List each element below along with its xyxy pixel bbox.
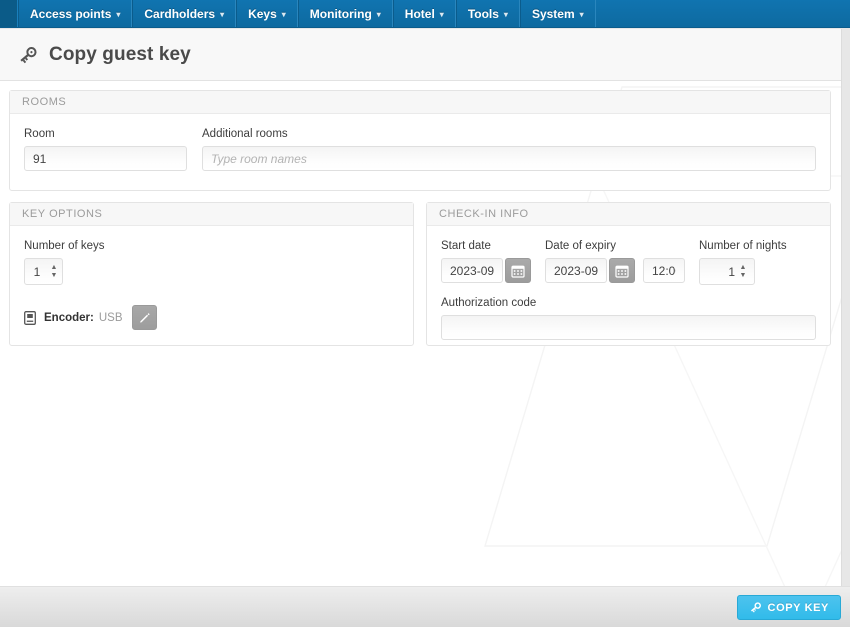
field-label-date-of-expiry: Date of expiry — [545, 240, 616, 252]
encoder-device-icon — [24, 310, 37, 325]
number-of-keys-stepper[interactable]: ▲ ▼ — [24, 258, 63, 285]
panel-body-rooms: Room Additional rooms — [10, 114, 830, 187]
field-label-start-date: Start date — [441, 240, 491, 252]
number-of-keys-input[interactable] — [25, 259, 49, 284]
chevron-down-icon: ▾ — [220, 9, 225, 19]
field-label-room: Room — [24, 128, 55, 140]
nav-item-label: System — [531, 6, 575, 21]
field-start-date: Start date — [441, 239, 531, 285]
nav-item-label: Cardholders — [144, 6, 216, 21]
page-body: ROOMS Room Additional rooms KEY OPTIONS — [0, 81, 841, 586]
field-number-of-nights: Number of nights ▲ ▼ — [699, 239, 787, 285]
nav-item-access-points[interactable]: Access points ▾ — [18, 0, 133, 27]
room-input[interactable] — [24, 146, 187, 171]
logo-slot — [0, 0, 18, 27]
copy-key-button-label: COPY KEY — [767, 601, 829, 614]
authorization-code-input[interactable] — [441, 315, 816, 340]
nav-item-label: Keys — [248, 6, 277, 21]
stepper-down-icon[interactable]: ▼ — [51, 272, 58, 280]
panel-checkin-info: CHECK-IN INFO Start date 2023-09-06 Date… — [426, 202, 831, 346]
field-date-of-expiry: Date of expiry — [545, 239, 685, 285]
stepper-arrows[interactable]: ▲ ▼ — [49, 259, 62, 284]
encoder-edit-button[interactable] — [131, 305, 157, 330]
chevron-down-icon: ▾ — [503, 9, 508, 19]
date-of-expiry-input[interactable] — [545, 258, 607, 283]
nav-item-monitoring[interactable]: Monitoring ▾ — [297, 0, 393, 27]
field-label-additional-rooms: Additional rooms — [202, 128, 288, 140]
start-date-calendar-icon[interactable] — [505, 258, 531, 283]
panel-heading-checkin-info: CHECK-IN INFO — [427, 203, 830, 226]
panel-heading-rooms: ROOMS — [10, 91, 830, 114]
nav-item-keys[interactable]: Keys ▾ — [236, 0, 298, 27]
key-icon — [16, 43, 40, 67]
additional-rooms-input[interactable] — [202, 146, 816, 171]
panel-heading-text: ROOMS — [22, 96, 67, 108]
nav-item-tools[interactable]: Tools ▾ — [455, 0, 520, 27]
lower-panel-row: KEY OPTIONS Number of keys ▲ ▼ — [9, 202, 832, 346]
page-title: Copy guest key — [49, 43, 191, 65]
panel-heading-text: KEY OPTIONS — [22, 208, 103, 220]
field-label-number-of-nights: Number of nights — [699, 240, 787, 252]
chevron-down-icon: ▾ — [439, 9, 444, 19]
page-container: Copy guest key ROOMS Room Additional roo… — [0, 29, 842, 586]
panel-body-checkin-info: Start date 2023-09-06 Date of expiry 202… — [427, 226, 830, 356]
panel-key-options: KEY OPTIONS Number of keys ▲ ▼ — [9, 202, 414, 346]
panel-heading-key-options: KEY OPTIONS — [10, 203, 413, 226]
nav-item-hotel[interactable]: Hotel ▾ — [392, 0, 456, 27]
nav-item-label: Hotel — [404, 6, 435, 21]
stepper-down-icon[interactable]: ▼ — [740, 272, 747, 280]
checkin-dates-row: Start date 2023-09-06 Date of expiry 202… — [441, 239, 816, 285]
date-of-expiry-calendar-icon[interactable] — [609, 258, 635, 283]
field-label-number-of-keys: Number of keys — [24, 240, 105, 252]
start-date-input[interactable] — [441, 258, 503, 283]
main-navbar: Access points ▾ Cardholders ▾ Keys ▾ Mon… — [0, 0, 850, 28]
nav-item-label: Tools — [467, 6, 499, 21]
encoder-value: USB — [98, 311, 123, 324]
panel-heading-text: CHECK-IN INFO — [439, 208, 529, 220]
nav-item-system[interactable]: System ▾ — [519, 0, 596, 27]
expiry-time-input[interactable] — [643, 258, 685, 283]
number-of-nights-stepper[interactable]: ▲ ▼ — [699, 258, 755, 285]
panel-rooms: ROOMS Room Additional rooms — [9, 90, 831, 191]
chevron-down-icon: ▾ — [281, 9, 286, 19]
copy-key-button[interactable]: COPY KEY — [736, 595, 841, 620]
stepper-arrows[interactable]: ▲ ▼ — [738, 259, 751, 284]
field-additional-rooms: Additional rooms — [202, 127, 816, 171]
encoder-row: Encoder: USB — [24, 305, 399, 330]
chevron-down-icon: ▾ — [376, 9, 381, 19]
stepper-up-icon[interactable]: ▲ — [51, 264, 58, 272]
chevron-down-icon: ▾ — [116, 9, 121, 19]
key-icon — [749, 601, 762, 614]
chevron-down-icon: ▾ — [579, 9, 584, 19]
page-header: Copy guest key — [0, 29, 841, 81]
footer-bar: COPY KEY — [0, 586, 850, 627]
field-room: Room — [24, 127, 189, 171]
field-authorization-code: Authorization code — [441, 296, 816, 340]
encoder-label: Encoder: — [44, 311, 94, 324]
nav-item-label: Monitoring — [309, 6, 372, 21]
nav-item-cardholders[interactable]: Cardholders ▾ — [132, 0, 237, 27]
number-of-nights-input[interactable] — [700, 259, 738, 284]
nav-item-label: Access points — [30, 6, 112, 21]
field-label-authorization-code: Authorization code — [441, 297, 537, 309]
stepper-up-icon[interactable]: ▲ — [740, 264, 747, 272]
panel-body-key-options: Number of keys ▲ ▼ — [10, 226, 413, 346]
field-number-of-keys: Number of keys ▲ ▼ — [24, 239, 399, 285]
